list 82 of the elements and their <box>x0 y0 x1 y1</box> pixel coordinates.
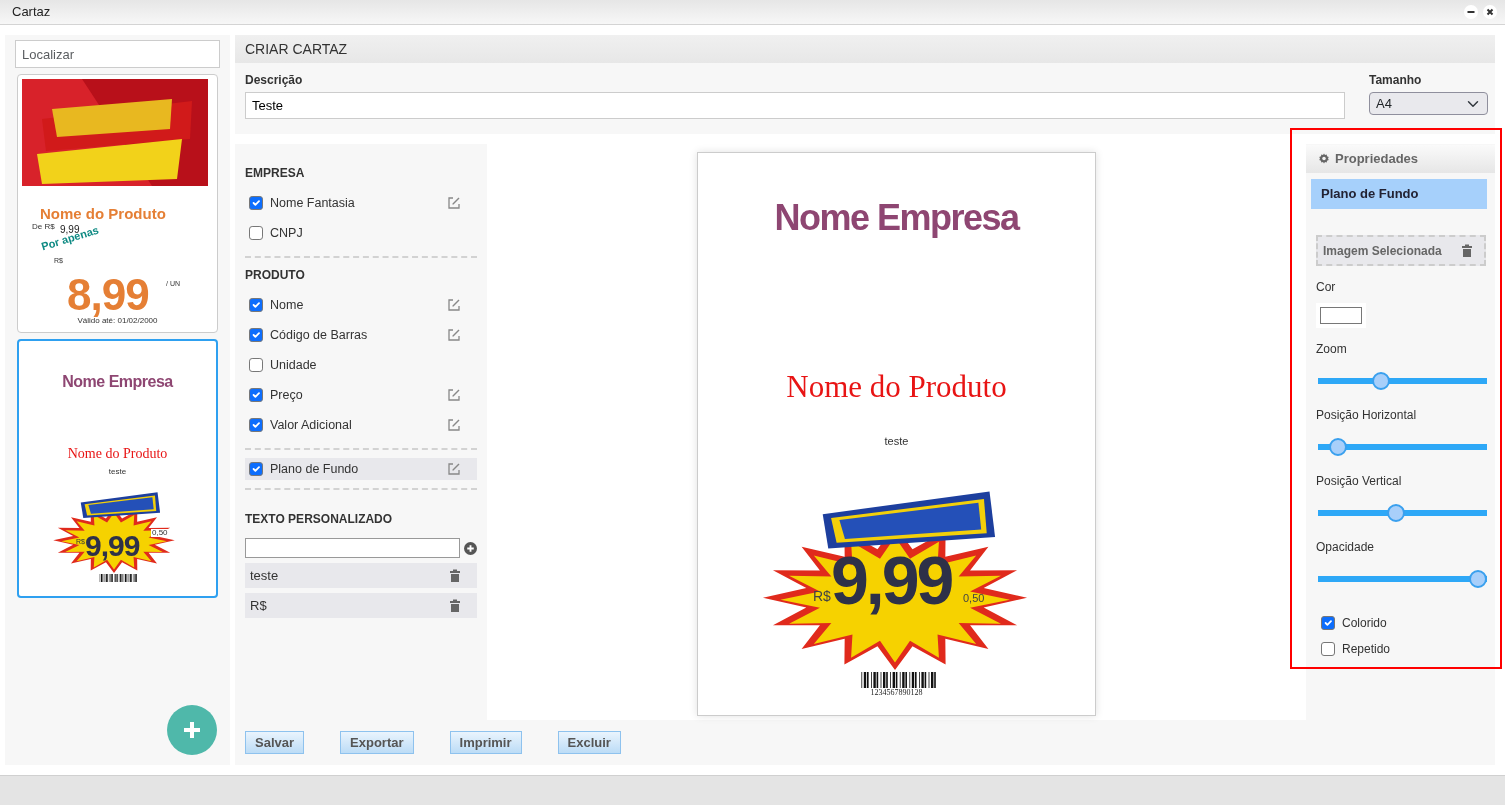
option-row[interactable]: Plano de Fundo <box>245 458 477 480</box>
slider-thumb[interactable] <box>1469 570 1487 588</box>
edit-icon[interactable] <box>447 196 461 210</box>
slider-thumb[interactable] <box>1387 504 1406 522</box>
slider-label: Zoom <box>1316 341 1348 358</box>
edit-icon[interactable] <box>447 298 461 312</box>
section-header: Plano de Fundo <box>1311 179 1487 209</box>
image-label: Imagem Selecionada <box>1323 242 1442 260</box>
checkbox[interactable] <box>249 226 263 240</box>
checkbox[interactable] <box>249 358 263 372</box>
option-label: Preço <box>270 386 303 404</box>
extra-value: 0,50 <box>151 529 169 537</box>
search-field[interactable]: Localizar <box>15 40 220 68</box>
section-title: CRIAR CARTAZ <box>245 39 348 59</box>
action-button[interactable]: Salvar <box>245 731 305 754</box>
action-button[interactable]: Imprimir <box>449 731 522 754</box>
slider-thumb[interactable] <box>1328 438 1347 456</box>
section-heading: EMPRESA <box>245 165 306 182</box>
edit-icon[interactable] <box>447 388 461 402</box>
slider-label: Posição Vertical <box>1316 473 1403 490</box>
plus-icon <box>182 720 202 740</box>
checkbox-label: Repetido <box>1342 641 1391 658</box>
company-name: Nome Empresa <box>61 374 175 390</box>
trash-icon[interactable] <box>1461 244 1473 257</box>
add-button[interactable] <box>167 705 217 755</box>
checkbox[interactable] <box>1321 642 1335 656</box>
note-text: teste <box>107 468 128 476</box>
price: 9,99 <box>85 531 140 561</box>
section-heading: PRODUTO <box>245 267 306 284</box>
action-button[interactable]: Excluir <box>557 731 621 754</box>
barcode-number: 1234567890128 <box>869 689 924 697</box>
gear-icon <box>1318 153 1330 165</box>
option-label: Unidade <box>270 356 317 374</box>
slider-label: Posição Horizontal <box>1316 407 1418 424</box>
close-icon[interactable] <box>1483 5 1497 19</box>
product-name: Nome do Produto <box>785 371 1008 402</box>
custom-text-item: R$ <box>250 596 267 615</box>
section-heading: TEXTO PERSONALIZADO <box>245 511 394 528</box>
checkbox[interactable] <box>249 328 263 342</box>
checkbox[interactable] <box>249 298 263 312</box>
price: 9,99 <box>831 546 952 614</box>
checkbox[interactable] <box>1321 616 1335 630</box>
company-name: Nome Empresa <box>773 200 1021 236</box>
option-label: Nome Fantasia <box>270 194 355 212</box>
price-label: De R$ <box>32 223 55 231</box>
description-field[interactable]: Teste <box>245 92 1345 119</box>
option-label: Código de Barras <box>270 326 368 344</box>
checkbox-label: Colorido <box>1342 615 1387 632</box>
action-button[interactable]: Exportar <box>340 731 414 754</box>
field-label: Descrição <box>245 72 304 89</box>
option-label: Plano de Fundo <box>270 460 359 478</box>
field-label: Cor <box>1316 279 1337 296</box>
color-swatch[interactable] <box>1320 307 1362 324</box>
slider-thumb[interactable] <box>1372 372 1391 390</box>
currency-label: R$ <box>813 589 831 603</box>
edit-icon[interactable] <box>447 418 461 432</box>
option-label: Valor Adicional <box>270 416 352 434</box>
note-text: teste <box>883 436 910 447</box>
extra-value: 0,50 <box>963 593 985 604</box>
checkbox[interactable] <box>249 196 263 210</box>
validity-text: Válido até: 01/02/2000 <box>77 317 159 325</box>
slider-label: Opacidade <box>1316 539 1376 556</box>
checkbox[interactable] <box>249 462 263 476</box>
size-select[interactable]: A4 <box>1369 92 1488 115</box>
product-name: Nome do Produto <box>66 447 169 461</box>
price: 8,99 <box>67 273 149 317</box>
minimize-icon[interactable] <box>1464 5 1478 19</box>
text-input[interactable] <box>245 538 460 558</box>
checkbox[interactable] <box>249 388 263 402</box>
add-icon[interactable] <box>464 541 477 555</box>
custom-text-item: teste <box>250 566 279 585</box>
trash-icon[interactable] <box>449 569 461 582</box>
panel-title: Propriedades <box>1335 150 1419 169</box>
option-label: CNPJ <box>270 224 303 242</box>
edit-icon[interactable] <box>447 328 461 342</box>
checkbox[interactable] <box>249 418 263 432</box>
trash-icon[interactable] <box>449 599 461 612</box>
edit-icon[interactable] <box>447 462 461 476</box>
product-name: Nome do Produto <box>40 206 166 221</box>
option-label: Nome <box>270 296 304 314</box>
window-title: Cartaz <box>12 3 51 22</box>
field-label: Tamanho <box>1369 72 1423 89</box>
